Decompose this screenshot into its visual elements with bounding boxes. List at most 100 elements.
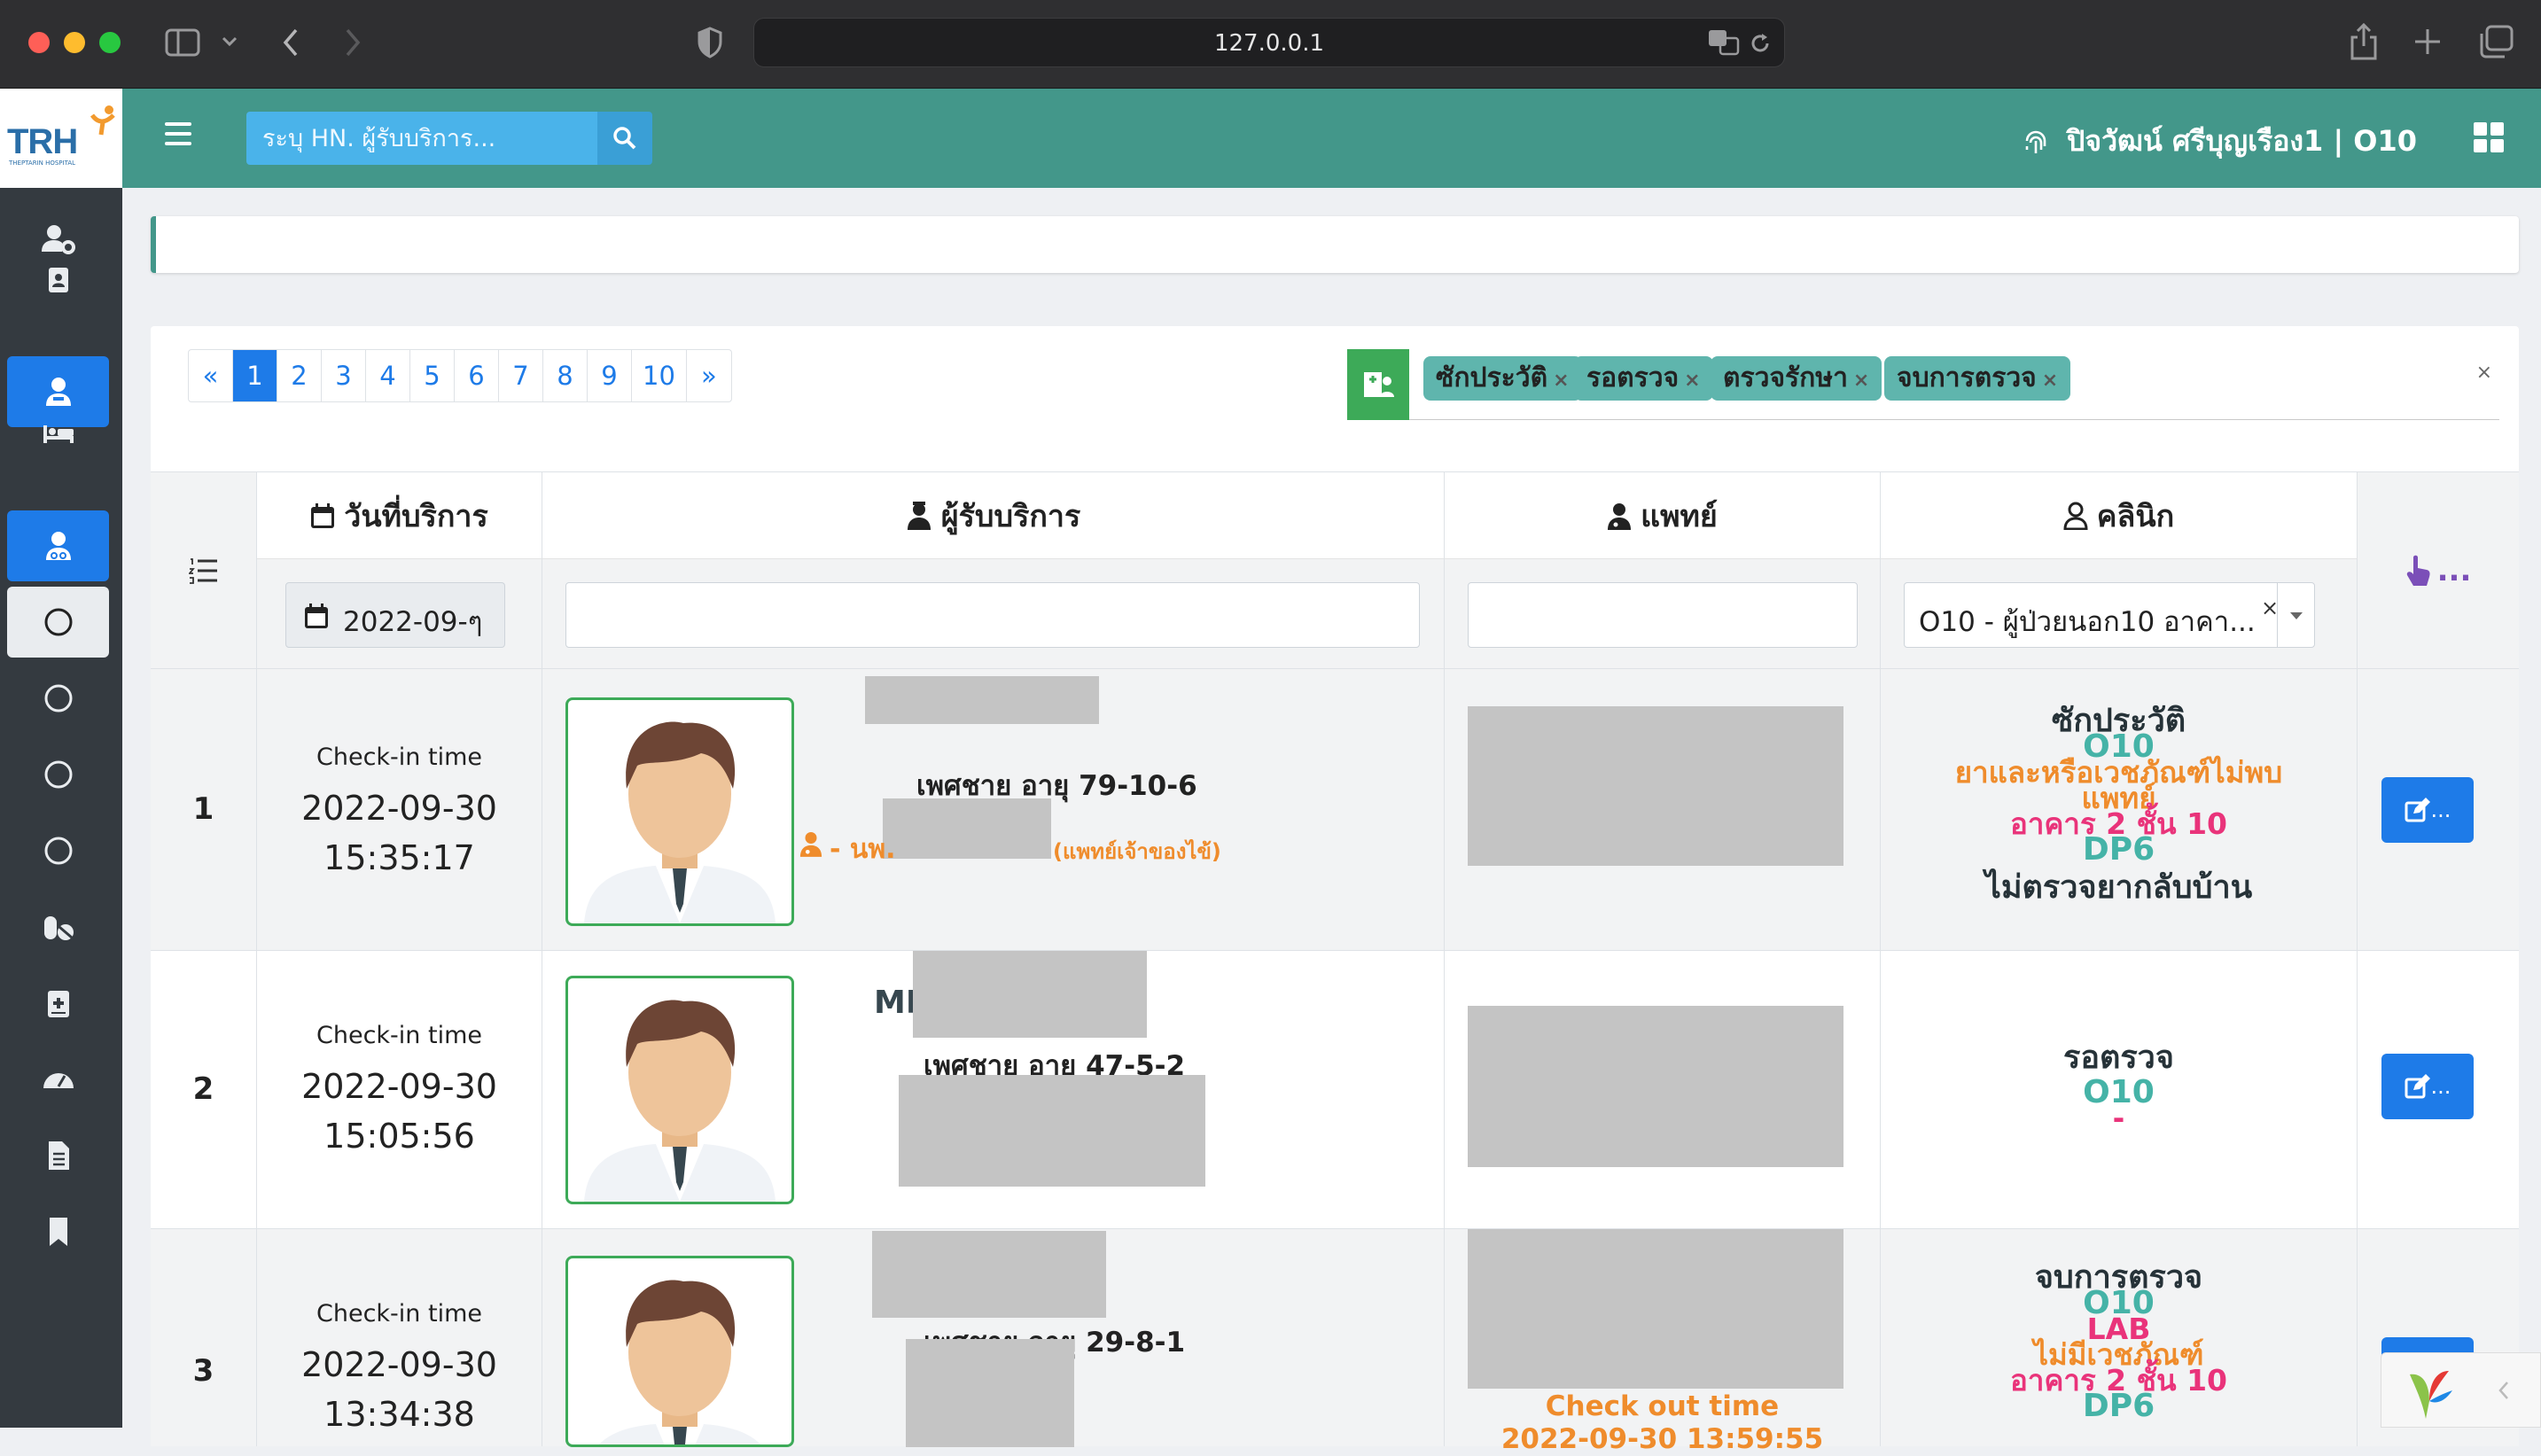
page-link[interactable]: 5 bbox=[410, 350, 455, 401]
clinic-filter-value: O10 - ผู้ป่วยนอก10 อาคา... bbox=[1919, 606, 2256, 638]
checkin-date: 2022-09-30 bbox=[301, 1345, 497, 1384]
sidebar-item-sub-4[interactable] bbox=[7, 815, 109, 886]
sidebar-item-ward[interactable] bbox=[7, 397, 109, 468]
patient-filter-input[interactable] bbox=[565, 582, 1420, 648]
chevron-down-icon[interactable] bbox=[222, 35, 238, 48]
page-prev-link[interactable]: « bbox=[189, 350, 233, 401]
hospital-logo[interactable]: TRH THEPTARIN HOSPITAL bbox=[0, 89, 122, 188]
tachometer-icon bbox=[43, 1072, 74, 1088]
avatar[interactable] bbox=[565, 1256, 794, 1447]
status-chip[interactable]: รอตรวจ × bbox=[1574, 356, 1713, 401]
patient-avatar-icon bbox=[584, 721, 776, 923]
reload-icon[interactable] bbox=[1749, 32, 1772, 55]
location: - bbox=[2112, 1101, 2125, 1135]
redacted-patient-info bbox=[899, 1075, 1205, 1187]
pills-icon bbox=[43, 916, 74, 940]
shield-icon[interactable] bbox=[697, 27, 723, 58]
edit-button[interactable]: ... bbox=[2381, 1054, 2474, 1119]
chip-remove-icon[interactable]: × bbox=[2042, 370, 2058, 392]
column-header-doctor-label: แพทย์ bbox=[1641, 498, 1718, 534]
sidebar-toggle-icon[interactable] bbox=[165, 28, 200, 57]
tab-overview-icon[interactable] bbox=[2478, 25, 2514, 58]
status-filter[interactable]: ซักประวัติ × รอตรวจ × ตรวจรักษา × จบการตรวจ… bbox=[1347, 349, 2499, 420]
patient-filter-cell bbox=[542, 558, 1445, 668]
action-header-cell: ... bbox=[2358, 471, 2519, 668]
floating-widget[interactable] bbox=[2381, 1352, 2541, 1428]
file-alt-icon bbox=[48, 1141, 69, 1170]
page-next-link[interactable]: » bbox=[687, 350, 731, 401]
page-link[interactable]: 4 bbox=[366, 350, 410, 401]
page-link[interactable]: 7 bbox=[499, 350, 543, 401]
search-input[interactable] bbox=[246, 112, 597, 165]
page-link[interactable]: 9 bbox=[588, 350, 632, 401]
page-link[interactable]: 6 bbox=[455, 350, 499, 401]
status-chip[interactable]: จบการตรวจ × bbox=[1884, 356, 2071, 401]
sidebar-item-medical-notes[interactable] bbox=[7, 968, 109, 1039]
redacted-doctor bbox=[1468, 1229, 1843, 1389]
status-chip[interactable]: ซักประวัติ × bbox=[1423, 356, 1582, 401]
forward-icon[interactable] bbox=[342, 27, 363, 58]
page-link[interactable]: 3 bbox=[322, 350, 366, 401]
room-code: DP6 bbox=[2082, 831, 2155, 868]
caret-down-icon[interactable] bbox=[2289, 611, 2303, 620]
page-link[interactable]: 2 bbox=[277, 350, 322, 401]
edit-button[interactable]: ... bbox=[2381, 777, 2474, 843]
sidebar bbox=[0, 188, 122, 1428]
list-ol-icon[interactable] bbox=[188, 557, 219, 584]
sidebar-item-sub-2[interactable] bbox=[7, 663, 109, 734]
table-row[interactable]: 1 Check-in time 2022-09-30 15:35:17 เพศช… bbox=[151, 668, 2519, 950]
table-row[interactable]: 3 Check-in time 2022-09-30 13:34:38 เพศช… bbox=[151, 1228, 2519, 1455]
sidebar-item-reports[interactable] bbox=[7, 1120, 109, 1191]
sidebar-item-sub-3[interactable] bbox=[7, 739, 109, 810]
page-link[interactable]: 10 bbox=[632, 350, 687, 401]
edit-more-label: ... bbox=[2430, 798, 2451, 822]
search-button[interactable] bbox=[597, 112, 652, 165]
bed-icon bbox=[43, 425, 74, 443]
avatar[interactable] bbox=[565, 697, 794, 926]
chip-remove-icon[interactable]: × bbox=[1684, 370, 1700, 392]
window-close-button[interactable] bbox=[28, 32, 50, 53]
current-user[interactable]: ปิจวัฒน์ ศรีบุญเรือง1 | O10 bbox=[2022, 119, 2417, 164]
status-chip[interactable]: ตรวจรักษา × bbox=[1711, 356, 1882, 401]
sidebar-item-dashboard[interactable] bbox=[7, 1044, 109, 1115]
doctor-filter-input[interactable] bbox=[1468, 582, 1858, 648]
sidebar-item-sub-1[interactable] bbox=[7, 587, 109, 658]
avatar[interactable] bbox=[565, 976, 794, 1204]
user-tie-icon bbox=[2063, 502, 2088, 530]
action-more-label[interactable]: ... bbox=[2437, 553, 2472, 588]
sidebar-item-doctor[interactable] bbox=[7, 510, 109, 581]
column-header-patient[interactable]: ผู้รับบริการ bbox=[542, 471, 1445, 558]
address-bar[interactable]: 127.0.0.1 bbox=[753, 18, 1785, 67]
translate-icon[interactable] bbox=[1708, 29, 1740, 56]
circle-icon bbox=[44, 760, 72, 789]
apps-grid-icon[interactable] bbox=[2474, 122, 2504, 152]
widget-logo-icon bbox=[2410, 1371, 2452, 1419]
share-icon[interactable] bbox=[2349, 23, 2379, 60]
date-filter-input[interactable]: 2022-09-ๆ bbox=[285, 582, 505, 648]
page-link[interactable]: 1 bbox=[233, 350, 277, 401]
menu-toggle-button[interactable] bbox=[165, 122, 191, 147]
column-header-clinic[interactable]: คลินิก bbox=[1881, 471, 2358, 558]
filter-clear-button[interactable]: × bbox=[2476, 362, 2492, 384]
table-row[interactable]: 2 Check-in time 2022-09-30 15:05:56 MR. … bbox=[151, 950, 2519, 1228]
column-header-date[interactable]: วันที่บริการ bbox=[257, 471, 542, 558]
hand-pointer-icon[interactable] bbox=[2405, 554, 2432, 588]
column-header-doctor[interactable]: แพทย์ bbox=[1445, 471, 1881, 558]
chip-remove-icon[interactable]: × bbox=[1553, 370, 1569, 392]
sidebar-item-contacts[interactable] bbox=[7, 245, 109, 315]
checkin-date: 2022-09-30 bbox=[301, 789, 497, 828]
window-minimize-button[interactable] bbox=[64, 32, 85, 53]
chevron-left-icon[interactable] bbox=[2497, 1380, 2511, 1401]
clinic-filter-select[interactable]: O10 - ผู้ป่วยนอก10 อาคา... × bbox=[1904, 582, 2315, 648]
back-icon[interactable] bbox=[280, 27, 301, 58]
sidebar-item-pharmacy[interactable] bbox=[7, 892, 109, 962]
window-maximize-button[interactable] bbox=[99, 32, 121, 53]
new-tab-icon[interactable] bbox=[2412, 27, 2443, 57]
sidebar-item-bookmarks[interactable] bbox=[7, 1196, 109, 1267]
app-header: TRH THEPTARIN HOSPITAL ปิจวัฒน์ ศรีบุญเร… bbox=[0, 89, 2541, 188]
hospital-user-icon bbox=[1364, 372, 1394, 397]
checkin-label: Check-in time bbox=[316, 1022, 482, 1049]
checkin-date: 2022-09-30 bbox=[301, 1067, 497, 1106]
page-link[interactable]: 8 bbox=[543, 350, 588, 401]
chip-remove-icon[interactable]: × bbox=[1853, 370, 1869, 392]
